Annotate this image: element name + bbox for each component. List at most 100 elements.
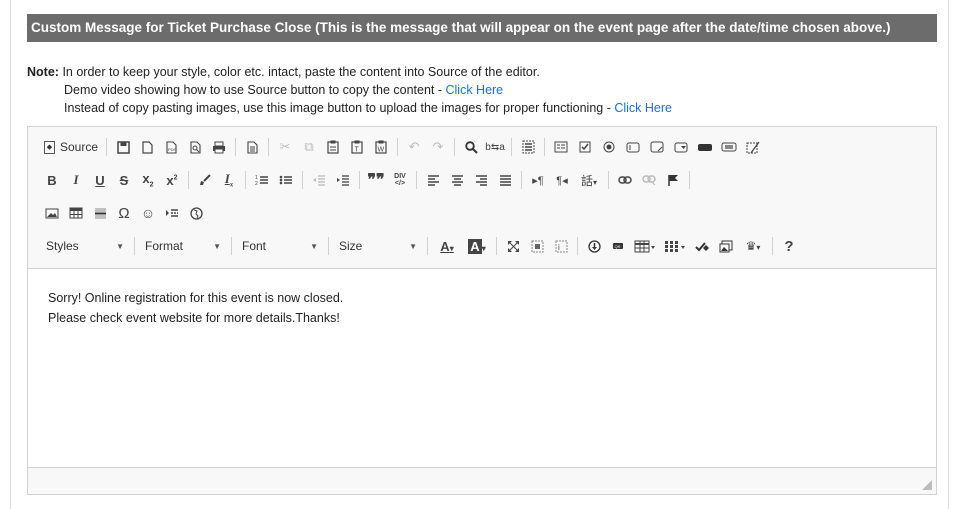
grid-layout-button[interactable]: [660, 235, 690, 257]
page-break-button[interactable]: [160, 202, 184, 224]
spellcheck-button[interactable]: [690, 235, 714, 257]
select-all-button[interactable]: [516, 136, 540, 158]
templates-button[interactable]: [240, 136, 264, 158]
blockquote-button[interactable]: ❞❞: [364, 169, 388, 191]
print-button[interactable]: [207, 136, 231, 158]
language-button[interactable]: 話▾: [574, 169, 604, 191]
resize-handle[interactable]: [922, 480, 932, 490]
toolbar-separator: [231, 237, 232, 255]
size-dropdown[interactable]: Size ▼: [333, 235, 423, 257]
hidden-field-button[interactable]: [741, 136, 765, 158]
numbered-list-button[interactable]: 12: [250, 169, 274, 191]
smiley-button[interactable]: ☺: [136, 202, 160, 224]
background-color-button[interactable]: A ▾: [462, 235, 492, 257]
svg-text:T: T: [355, 147, 360, 154]
language-icon: 話▾: [580, 173, 598, 188]
preview-button[interactable]: [183, 136, 207, 158]
button-field-button[interactable]: [693, 136, 717, 158]
ltr-icon: ▸¶: [532, 174, 544, 187]
new-page-button[interactable]: [135, 136, 159, 158]
cut-button[interactable]: ✂: [273, 136, 297, 158]
toolbar-separator: [302, 171, 303, 189]
download-button[interactable]: [582, 235, 606, 257]
export-pdf-button[interactable]: PDF: [159, 136, 183, 158]
superscript-button[interactable]: x2: [160, 169, 184, 191]
strikethrough-button[interactable]: S: [112, 169, 136, 191]
image-button-field-button[interactable]: [717, 136, 741, 158]
link-button[interactable]: [613, 169, 637, 191]
justify-button[interactable]: [493, 169, 517, 191]
radio-icon: [603, 141, 615, 153]
toolbar-row-2: B I U S x2 x2 Ix 12 ❞❞ DIV </> ▸¶ ¶◂ 話▾: [40, 169, 694, 191]
horizontal-line-button[interactable]: [88, 202, 112, 224]
format-dropdown[interactable]: Format ▼: [139, 235, 227, 257]
search-icon: [464, 140, 478, 154]
form-button[interactable]: [549, 136, 573, 158]
show-blocks-icon: [531, 240, 544, 253]
widget-button[interactable]: ♛▾: [738, 235, 768, 257]
show-blocks-button[interactable]: [525, 235, 549, 257]
text-field-button[interactable]: [621, 136, 645, 158]
iframe-button[interactable]: [184, 202, 208, 224]
source-button[interactable]: ◆ Source: [40, 136, 102, 158]
paste-text-button[interactable]: T: [345, 136, 369, 158]
align-right-icon: [475, 174, 488, 186]
create-div-button[interactable]: DIV </>: [388, 169, 412, 191]
increase-indent-button[interactable]: [331, 169, 355, 191]
image-upload-link[interactable]: Click Here: [614, 101, 672, 115]
quote-icon: ❞❞: [367, 172, 385, 189]
redo-button[interactable]: ↷: [426, 136, 450, 158]
align-left-button[interactable]: [421, 169, 445, 191]
align-right-button[interactable]: [469, 169, 493, 191]
text-color-button[interactable]: A▾: [432, 235, 462, 257]
text-direction-ltr-button[interactable]: ▸¶: [526, 169, 550, 191]
save-button[interactable]: [111, 136, 135, 158]
content-line-1: Sorry! Online registration for this even…: [48, 291, 344, 305]
anchor-button[interactable]: [661, 169, 685, 191]
justify-icon: [499, 174, 512, 186]
link-icon: [618, 176, 632, 184]
subscript-button[interactable]: x2: [136, 169, 160, 191]
image-gallery-button[interactable]: [714, 235, 738, 257]
demo-video-link[interactable]: Click Here: [445, 83, 503, 97]
copy-button[interactable]: ⧉: [297, 136, 321, 158]
select-field-button[interactable]: [669, 136, 693, 158]
radio-button[interactable]: [597, 136, 621, 158]
underline-button[interactable]: U: [88, 169, 112, 191]
checkbox-button[interactable]: [573, 136, 597, 158]
toolbar-separator: [521, 171, 522, 189]
table-button[interactable]: [64, 202, 88, 224]
rtl-icon: ¶◂: [556, 174, 568, 187]
textarea-button[interactable]: [645, 136, 669, 158]
bulleted-list-button[interactable]: [274, 169, 298, 191]
styles-dropdown[interactable]: Styles ▼: [40, 235, 130, 257]
qr-code-button[interactable]: QR: [606, 235, 630, 257]
remove-format-button[interactable]: Ix: [217, 169, 241, 191]
image-button-field-icon: [721, 142, 737, 152]
bold-button[interactable]: B: [40, 169, 64, 191]
undo-button[interactable]: ↶: [402, 136, 426, 158]
accessibility-check-button[interactable]: i: [549, 235, 573, 257]
image-button[interactable]: [40, 202, 64, 224]
maximize-button[interactable]: [501, 235, 525, 257]
spellcheck-icon: [694, 240, 710, 253]
copy-formatting-button[interactable]: [193, 169, 217, 191]
help-button[interactable]: ?: [777, 235, 801, 257]
text-direction-rtl-button[interactable]: ¶◂: [550, 169, 574, 191]
font-dropdown[interactable]: Font ▼: [236, 235, 324, 257]
paste-button[interactable]: [321, 136, 345, 158]
table-tools-button[interactable]: [630, 235, 660, 257]
toolbar-separator: [511, 138, 513, 156]
replace-button[interactable]: b⇆a: [483, 136, 507, 158]
align-center-button[interactable]: [445, 169, 469, 191]
undo-icon: ↶: [408, 139, 420, 154]
italic-button[interactable]: I: [64, 169, 88, 191]
find-button[interactable]: [459, 136, 483, 158]
align-center-icon: [451, 174, 464, 186]
special-char-button[interactable]: Ω: [112, 202, 136, 224]
editor-content-area[interactable]: Sorry! Online registration for this even…: [28, 268, 936, 468]
unlink-button[interactable]: [637, 169, 661, 191]
paste-word-button[interactable]: W: [369, 136, 393, 158]
decrease-indent-button[interactable]: [307, 169, 331, 191]
note-label: Note:: [27, 65, 59, 79]
